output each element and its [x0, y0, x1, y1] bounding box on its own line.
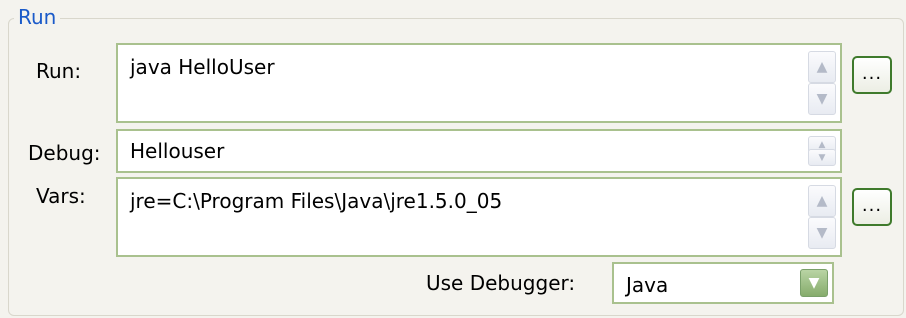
- vars-field[interactable]: jre=C:\Program Files\Java\jre1.5.0_05 ▲ …: [116, 177, 842, 257]
- debug-field[interactable]: Hellouser ▲ ▼: [116, 129, 842, 173]
- debugger-select[interactable]: Java ▼: [612, 262, 834, 304]
- debugger-selected-value: Java: [626, 273, 669, 297]
- vars-browse-button[interactable]: ...: [852, 188, 892, 226]
- debug-spinner[interactable]: ▲ ▼: [808, 135, 836, 167]
- vars-label: Vars:: [36, 184, 86, 208]
- debug-text: Hellouser: [130, 139, 225, 163]
- chevron-down-icon[interactable]: ▼: [808, 149, 836, 166]
- debug-label: Debug:: [28, 141, 101, 165]
- run-command-field[interactable]: java HelloUser ▲ ▼: [116, 43, 842, 123]
- run-group-title: Run: [14, 4, 61, 30]
- run-label: Run:: [36, 59, 82, 83]
- run-command-text: java HelloUser: [130, 55, 275, 79]
- chevron-up-icon[interactable]: ▲: [808, 185, 836, 217]
- chevron-down-icon[interactable]: ▼: [808, 217, 836, 249]
- use-debugger-label: Use Debugger:: [426, 271, 576, 295]
- chevron-up-icon[interactable]: ▲: [808, 51, 836, 83]
- vars-scrollbar[interactable]: ▲ ▼: [808, 183, 836, 251]
- run-browse-button[interactable]: ...: [852, 56, 892, 94]
- chevron-down-icon[interactable]: ▼: [808, 83, 836, 115]
- vars-text: jre=C:\Program Files\Java\jre1.5.0_05: [130, 189, 503, 213]
- run-scrollbar[interactable]: ▲ ▼: [808, 49, 836, 117]
- chevron-down-icon[interactable]: ▼: [800, 269, 828, 297]
